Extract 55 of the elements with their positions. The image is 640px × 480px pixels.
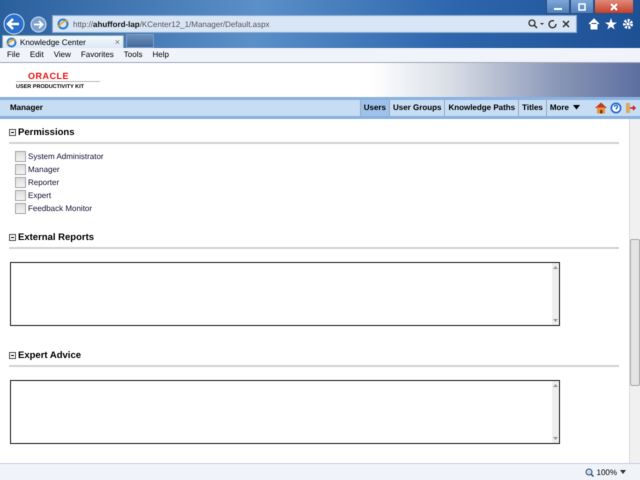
zoom-icon xyxy=(584,468,594,477)
url-text: http://ahufford-lap/KCenter12_1/Manager/Default.aspx xyxy=(73,20,271,28)
checkbox[interactable] xyxy=(15,203,26,214)
nav-tab[interactable]: More xyxy=(546,100,583,116)
caret-icon xyxy=(620,470,626,474)
tab-title: Knowledge Center xyxy=(20,38,87,46)
section-heading: Expert Advice xyxy=(18,350,82,362)
text-area[interactable] xyxy=(10,380,560,444)
checkbox-label: System Administrator xyxy=(28,152,104,162)
collapse-icon[interactable] xyxy=(9,234,16,242)
restore-icon xyxy=(577,2,587,10)
browser-icon xyxy=(57,18,69,30)
text-area[interactable] xyxy=(10,262,560,326)
nav-tab[interactable]: User Groups xyxy=(388,100,444,116)
settings-icon[interactable] xyxy=(622,18,634,30)
browser-icon xyxy=(6,36,17,48)
section-heading: External Reports xyxy=(18,232,94,244)
menu-item[interactable]: View xyxy=(48,50,76,60)
restore-button[interactable] xyxy=(570,0,594,14)
nav-tab[interactable]: Titles xyxy=(518,100,546,116)
checkbox-label: Feedback Monitor xyxy=(28,204,92,214)
page-title: Manager xyxy=(10,103,44,112)
menu-item[interactable]: Help xyxy=(147,50,174,60)
close-button[interactable] xyxy=(594,0,634,14)
checkbox[interactable] xyxy=(15,151,26,162)
address-controls-icon[interactable] xyxy=(528,19,572,29)
home-icon[interactable] xyxy=(595,102,607,114)
browser-tab[interactable]: Knowledge Center × xyxy=(2,35,124,48)
forward-button[interactable] xyxy=(30,16,47,32)
checkbox-label: Reporter xyxy=(28,178,60,188)
menu-item[interactable]: File xyxy=(2,50,25,60)
scrollbar[interactable] xyxy=(629,119,640,464)
tab-close-button[interactable]: × xyxy=(114,37,120,47)
menu-item[interactable]: Edit xyxy=(24,50,49,60)
close-icon xyxy=(609,2,619,10)
home-icon[interactable] xyxy=(588,18,600,30)
back-button[interactable] xyxy=(3,13,25,35)
nav-tab[interactable]: Users xyxy=(360,100,389,116)
menu-item[interactable]: Tools xyxy=(118,50,148,60)
checkbox-label: Expert xyxy=(28,191,52,200)
checkbox-label: Manager xyxy=(28,165,60,174)
nav-tab[interactable]: Knowledge Paths xyxy=(444,100,518,116)
star-icon[interactable] xyxy=(605,18,617,30)
checkbox[interactable] xyxy=(15,190,26,202)
help-icon[interactable] xyxy=(610,102,622,114)
menu-item[interactable]: Favorites xyxy=(76,50,119,60)
checkbox[interactable] xyxy=(15,177,26,188)
minimize-button[interactable] xyxy=(546,0,570,14)
logout-icon[interactable] xyxy=(625,102,636,114)
address-bar[interactable]: http://ahufford-lap/KCenter12_1/Manager/Default.aspx xyxy=(52,15,577,33)
zoom-control[interactable]: 100% xyxy=(584,468,626,477)
checkbox[interactable] xyxy=(15,164,26,176)
section-heading: Permissions xyxy=(18,127,74,138)
collapse-icon[interactable] xyxy=(9,352,16,360)
collapse-icon[interactable] xyxy=(9,129,16,136)
